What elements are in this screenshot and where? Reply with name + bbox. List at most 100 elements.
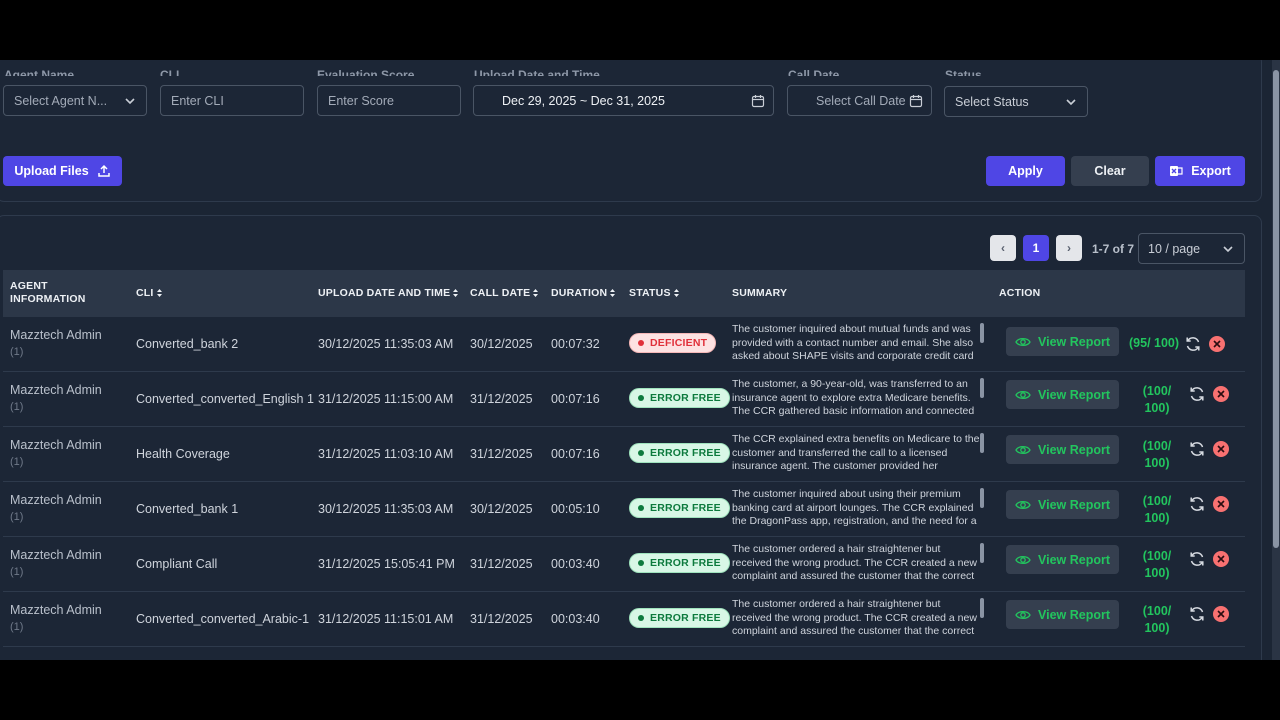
summary-cell: The customer ordered a hair straightener… [732,598,977,637]
view-report-button[interactable]: View Report [1006,435,1119,464]
table-row: Mazztech Admin (1) Compliant Call 31/12/2… [3,537,1245,592]
cli-input[interactable]: Enter CLI [160,85,304,116]
score-value: (100/100) [1139,603,1175,637]
column-header-status[interactable]: STATUS [629,287,680,300]
summary-scrollbar[interactable] [980,543,984,563]
column-header-duration[interactable]: DURATION [551,287,616,300]
upload-date-range-picker[interactable]: Dec 29, 2025 ~ Dec 31, 2025 [473,85,774,116]
next-page-button[interactable]: › [1056,235,1082,261]
delete-icon[interactable] [1212,385,1230,403]
score-line-1: (100/ [1142,604,1172,618]
column-header-upload-label: UPLOAD DATE AND TIME [318,287,451,299]
status-text: ERROR FREE [650,557,721,569]
duration-cell: 00:03:40 [551,612,600,626]
column-header-upload[interactable]: UPLOAD DATE AND TIME [318,287,459,300]
cli-cell: Converted_bank 2 [136,337,239,351]
summary-cell: The customer inquired about mutual funds… [732,323,974,362]
evaluation-score-placeholder: Enter Score [328,93,395,108]
view-report-button[interactable]: View Report [1006,380,1119,409]
delete-icon[interactable] [1208,335,1226,353]
call-date-cell: 30/12/2025 [470,337,533,351]
column-header-cli[interactable]: CLI [136,287,163,300]
apply-label: Apply [1008,164,1043,178]
call-date-picker[interactable]: Select Call Date [787,85,932,116]
eye-icon [1015,445,1031,454]
status-placeholder: Select Status [955,94,1029,109]
status-text: ERROR FREE [650,502,721,514]
duration-cell: 00:07:16 [551,392,600,406]
sort-icon [453,289,459,298]
agent-cell: Mazztech Admin (1) [10,602,102,635]
page-1-button[interactable]: 1 [1023,235,1049,261]
view-report-button[interactable]: View Report [1006,490,1119,519]
delete-icon[interactable] [1212,605,1230,623]
refresh-icon[interactable] [1188,605,1206,623]
delete-icon[interactable] [1212,495,1230,513]
view-report-label: View Report [1037,552,1110,567]
evaluation-score-label: Evaluation Score [317,68,415,76]
score-line-2: 100) [1144,566,1170,580]
view-report-button[interactable]: View Report [1006,600,1119,629]
evaluation-score-input[interactable]: Enter Score [317,85,461,116]
status-badge: ERROR FREE [629,498,730,518]
duration-cell: 00:07:32 [551,337,600,351]
refresh-icon[interactable] [1188,440,1206,458]
status-text: ERROR FREE [650,392,721,404]
delete-icon[interactable] [1212,550,1230,568]
refresh-icon[interactable] [1184,335,1202,353]
clear-button[interactable]: Clear [1071,156,1149,186]
summary-scrollbar[interactable] [980,488,984,508]
summary-scrollbar[interactable] [980,323,984,343]
upload-date-range-value: Dec 29, 2025 ~ Dec 31, 2025 [502,93,665,108]
page-size-select[interactable]: 10 / page [1138,233,1245,264]
eye-icon [1015,337,1031,346]
column-header-duration-label: DURATION [551,287,608,299]
call-date-cell: 31/12/2025 [470,612,533,626]
page-size-value: 10 / page [1148,241,1201,256]
refresh-icon[interactable] [1188,550,1206,568]
view-report-button[interactable]: View Report [1006,327,1119,356]
refresh-icon[interactable] [1188,385,1206,403]
agent-cell: Mazztech Admin (1) [10,492,102,525]
agent-name: Mazztech Admin [10,328,102,342]
agent-count: (1) [10,346,24,358]
summary-scrollbar[interactable] [980,433,984,453]
agent-count: (1) [10,401,24,413]
call-date-cell: 31/12/2025 [470,557,533,571]
score-value: (100/100) [1139,548,1175,582]
call-date-cell: 31/12/2025 [470,447,533,461]
column-header-call-date[interactable]: CALL DATE [470,287,539,300]
status-select[interactable]: Select Status [944,86,1088,117]
status-badge: DEFICIENT [629,333,717,353]
cli-cell: Converted_converted_English 1 [136,392,314,406]
score-line-1: (100/ [1142,494,1172,508]
agent-name: Mazztech Admin [10,603,102,617]
table-row: Mazztech Admin (1) Converted_converted_Ar… [3,592,1245,647]
agent-name-select[interactable]: Select Agent N... [3,85,147,116]
table-header: AGENT INFORMATION CLI UPLOAD DATE AND TI… [3,270,1245,317]
sort-icon [673,289,679,298]
sort-icon [533,289,539,298]
duration-cell: 00:03:40 [551,557,600,571]
upload-files-button[interactable]: Upload Files [3,156,122,186]
summary-scrollbar[interactable] [980,598,984,618]
page-scrollbar[interactable] [1272,60,1280,660]
apply-button[interactable]: Apply [986,156,1065,186]
export-button[interactable]: Export [1155,156,1245,186]
view-report-button[interactable]: View Report [1006,545,1119,574]
upload-cell: 31/12/2025 15:05:41 PM [318,557,455,571]
status-dot [638,615,644,621]
upload-icon [97,164,110,177]
score-value: (100/100) [1139,383,1175,417]
view-report-label: View Report [1037,334,1110,349]
refresh-icon[interactable] [1188,495,1206,513]
call-date-cell: 30/12/2025 [470,502,533,516]
sort-icon [610,289,616,298]
score-line-2: 100) [1144,511,1170,525]
export-label: Export [1191,164,1231,178]
page-scrollbar-thumb[interactable] [1273,70,1279,548]
pagination-range: 1-7 of 7 [1092,242,1135,256]
delete-icon[interactable] [1212,440,1230,458]
prev-page-button[interactable]: ‹ [990,235,1016,261]
summary-scrollbar[interactable] [980,378,984,398]
